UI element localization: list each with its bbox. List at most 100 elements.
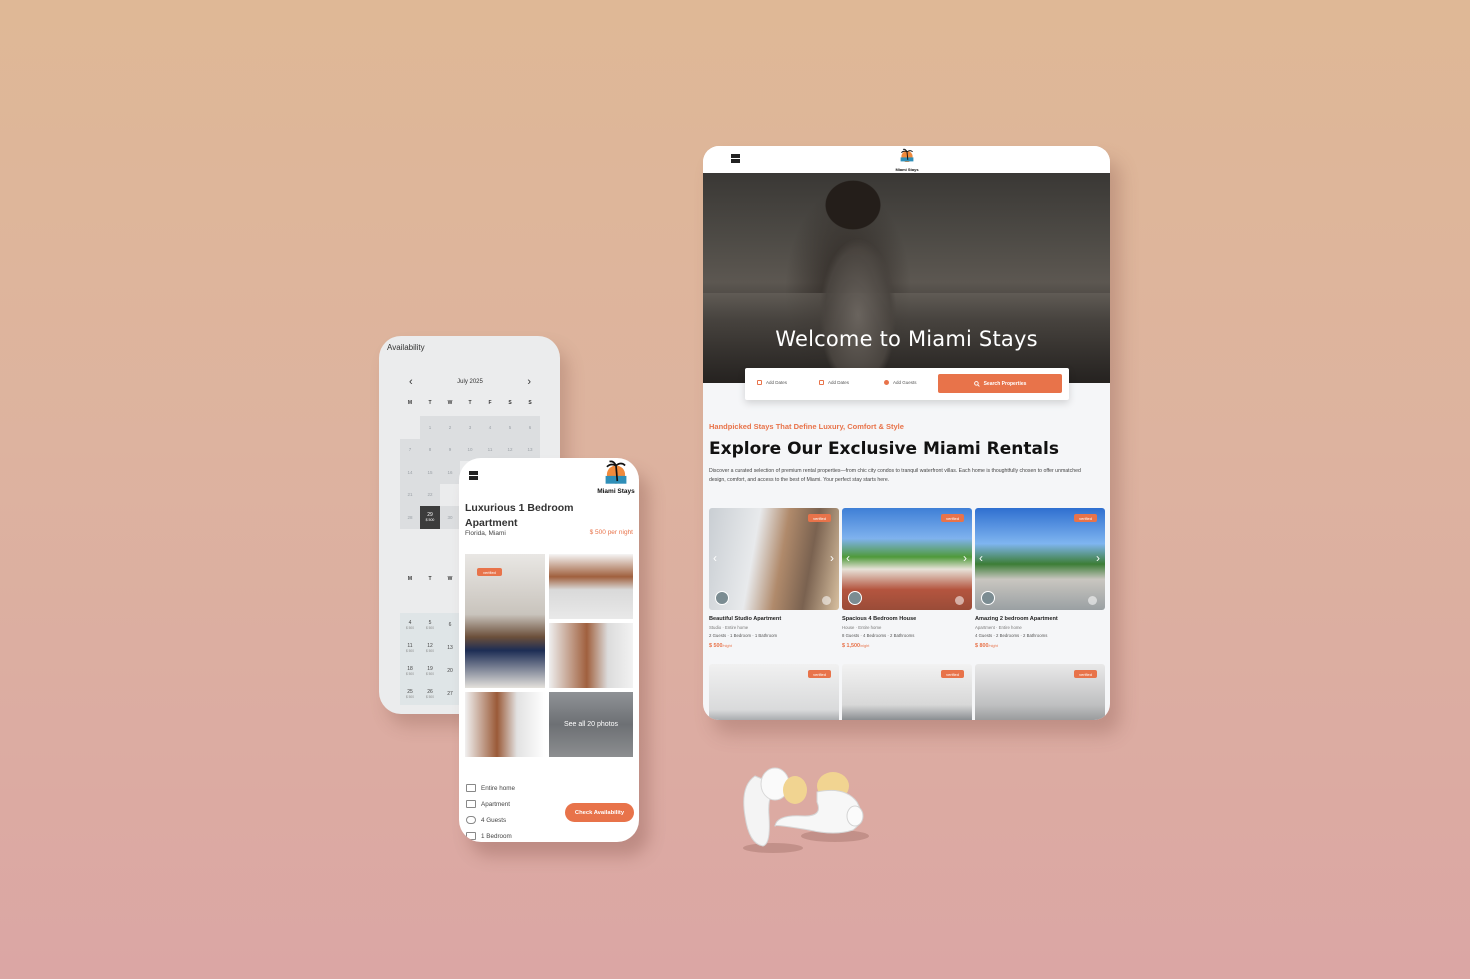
gallery-main-photo[interactable]: verified <box>465 554 545 688</box>
calendar-day[interactable]: 7 <box>400 438 420 461</box>
calendar-day[interactable]: 5 <box>500 416 520 439</box>
brand-logo[interactable]: Miami Stays <box>593 460 639 495</box>
calendar-icon <box>819 380 824 385</box>
calendar-day[interactable]: 9 <box>440 438 460 461</box>
calendar-day[interactable]: 5 $ 500 <box>420 613 440 636</box>
listing-card[interactable]: verified <box>842 664 972 720</box>
listing-photo[interactable]: verified <box>842 664 972 720</box>
check-availability-button[interactable]: Check Availability <box>565 803 634 822</box>
gallery-photo[interactable] <box>465 692 545 757</box>
calendar-day[interactable]: 22 <box>420 483 440 506</box>
listing-location: Florida, Miami <box>465 530 506 537</box>
weekday-label: T <box>428 400 432 406</box>
calendar-day[interactable]: 6 <box>520 416 540 439</box>
availability-title: Availability <box>387 343 425 352</box>
day-number: 13 <box>447 644 453 651</box>
calendar-day[interactable]: 27 <box>440 682 460 705</box>
host-avatar <box>848 591 862 605</box>
calendar-day[interactable]: 11 $ 500 <box>400 636 420 659</box>
heart-icon[interactable] <box>1088 596 1097 605</box>
chevron-left-icon[interactable]: ‹ <box>846 552 850 564</box>
calendar-day[interactable]: 6 <box>440 613 460 636</box>
verified-badge: verified <box>808 670 831 678</box>
day-price: $ 500 <box>426 694 434 699</box>
feature-bedroom: 1 Bedroom <box>466 832 512 840</box>
listing-photo[interactable]: verified ‹ › <box>709 508 839 610</box>
listing-price: $ 500 per night <box>589 529 633 536</box>
search-icon <box>973 380 980 387</box>
calendar-day[interactable]: 14 <box>400 461 420 484</box>
chevron-right-icon[interactable]: › <box>830 552 834 564</box>
hero-banner: Welcome to Miami Stays <box>703 173 1110 383</box>
heart-icon[interactable] <box>822 596 831 605</box>
listing-meta: 8 Guests · 4 Bedrooms · 2 Bathrooms <box>842 633 915 638</box>
calendar-day[interactable]: 25 $ 500 <box>400 682 420 705</box>
chevron-left-icon[interactable]: ‹ <box>409 376 413 388</box>
heart-icon[interactable] <box>955 596 964 605</box>
calendar-day[interactable]: 13 <box>440 636 460 659</box>
listing-card[interactable]: verified ‹ › Beautiful Studio Apartment … <box>709 508 839 649</box>
feature-label: 4 Guests <box>481 816 507 824</box>
listing-photo[interactable]: verified <box>709 664 839 720</box>
calendar-icon <box>757 380 762 385</box>
calendar-day[interactable]: 16 <box>440 461 460 484</box>
calendar-day[interactable]: 18 $ 500 <box>400 659 420 682</box>
calendar-day[interactable]: 28 <box>400 506 420 529</box>
calendar-day[interactable]: 30 <box>440 506 460 529</box>
calendar-day[interactable]: 4 $ 500 <box>400 613 420 636</box>
calendar-day[interactable]: 4 <box>480 416 500 439</box>
building-icon <box>466 784 476 792</box>
calendar-day-selected[interactable]: 29 $ 500 <box>420 506 440 529</box>
host-avatar <box>981 591 995 605</box>
search-button-label: Search Properties <box>983 380 1027 387</box>
calendar-day[interactable]: 12 $ 500 <box>420 636 440 659</box>
calendar-day[interactable]: 1 <box>420 416 440 439</box>
chevron-left-icon[interactable]: ‹ <box>713 552 717 564</box>
menu-icon[interactable] <box>469 471 478 480</box>
chevron-right-icon[interactable]: › <box>527 376 531 388</box>
verified-badge: verified <box>808 514 831 522</box>
search-properties-button[interactable]: Search Properties <box>938 374 1062 393</box>
calendar-day[interactable]: 19 $ 500 <box>420 659 440 682</box>
checkin-field[interactable]: Add Dates <box>757 380 787 385</box>
listing-card[interactable]: verified <box>975 664 1105 720</box>
price-unit: /night <box>722 644 732 648</box>
guests-field[interactable]: Add Guests <box>884 380 917 385</box>
see-all-photos-tile[interactable]: See all 20 photos <box>549 692 633 757</box>
calendar-day[interactable]: 15 <box>420 461 440 484</box>
listing-photo[interactable]: verified ‹ › <box>842 508 972 610</box>
calendar-day[interactable]: 26 $ 500 <box>420 682 440 705</box>
price-unit: /night <box>860 644 870 648</box>
chevron-left-icon[interactable]: ‹ <box>979 552 983 564</box>
menu-icon[interactable] <box>731 154 740 163</box>
calendar-day[interactable]: 8 <box>420 438 440 461</box>
listing-price: $ 800/night <box>975 643 1105 649</box>
calendar-day[interactable]: 20 <box>440 659 460 682</box>
host-avatar <box>715 591 729 605</box>
listing-card[interactable]: verified ‹ › Spacious 4 Bedroom House Ho… <box>842 508 972 649</box>
airpods-decoration <box>743 767 869 853</box>
calendar-day[interactable]: 2 <box>440 416 460 439</box>
day-price: $ 500 <box>406 625 414 630</box>
price-value: $ 500 <box>709 643 723 649</box>
price-unit: /night <box>988 644 998 648</box>
listing-photo[interactable]: verified ‹ › <box>975 508 1105 610</box>
chevron-right-icon[interactable]: › <box>1096 552 1100 564</box>
listing-card[interactable]: verified ‹ › Amazing 2 bedroom Apartment… <box>975 508 1105 649</box>
gallery-photo[interactable] <box>549 554 633 619</box>
gallery-photo[interactable] <box>549 623 633 688</box>
month-navigator: ‹ July 2025 › <box>409 376 531 388</box>
chevron-right-icon[interactable]: › <box>963 552 967 564</box>
brand-logo[interactable]: Miami Stays <box>889 148 925 172</box>
calendar-day[interactable]: 3 <box>460 416 480 439</box>
listing-photo[interactable]: verified <box>975 664 1105 720</box>
feature-label: Entire home <box>481 784 515 792</box>
weekday-label: T <box>428 576 432 582</box>
listing-card[interactable]: verified <box>709 664 839 720</box>
feature-apartment: Apartment <box>466 800 510 808</box>
calendar-day <box>400 416 420 439</box>
listing-title: Amazing 2 bedroom Apartment <box>975 616 1058 622</box>
palm-sunset-icon <box>900 148 914 163</box>
checkout-field[interactable]: Add Dates <box>819 380 849 385</box>
calendar-day[interactable]: 21 <box>400 483 420 506</box>
